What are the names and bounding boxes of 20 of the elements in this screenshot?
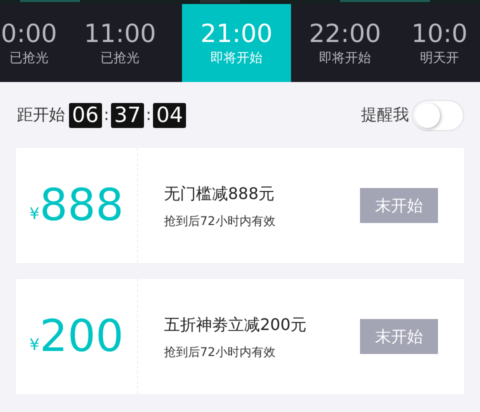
coupon-note: 抢到后72小时内有效 (164, 212, 276, 230)
coupon-title: 无门槛减888元 (164, 182, 276, 204)
countdown-digits: 04 (153, 102, 186, 128)
time-separator: : (104, 104, 110, 126)
session-tab[interactable]: 11:00 已抢光 (58, 4, 182, 82)
coupon-title: 五折神劵立减200元 (164, 314, 308, 336)
reminder-toggle[interactable] (413, 100, 463, 130)
coupon-note: 抢到后72小时内有效 (164, 344, 276, 360)
session-tab[interactable]: 10:0 明天开 (399, 4, 480, 82)
countdown-digits: 37 (111, 102, 144, 128)
countdown-label: 距开始 (17, 104, 65, 126)
currency-symbol: ¥ (29, 202, 40, 224)
time-separator: : (146, 104, 152, 126)
coupon-amount: 200 (40, 314, 124, 358)
coupon-amount: 888 (40, 184, 124, 228)
currency-symbol: ¥ (29, 334, 40, 356)
countdown-digits: 06 (69, 102, 102, 128)
reminder-label: 提醒我 (361, 104, 409, 126)
session-tab[interactable]: 0:00 已抢光 (0, 4, 58, 82)
session-tab[interactable]: 22:00 即将开始 (291, 4, 399, 82)
